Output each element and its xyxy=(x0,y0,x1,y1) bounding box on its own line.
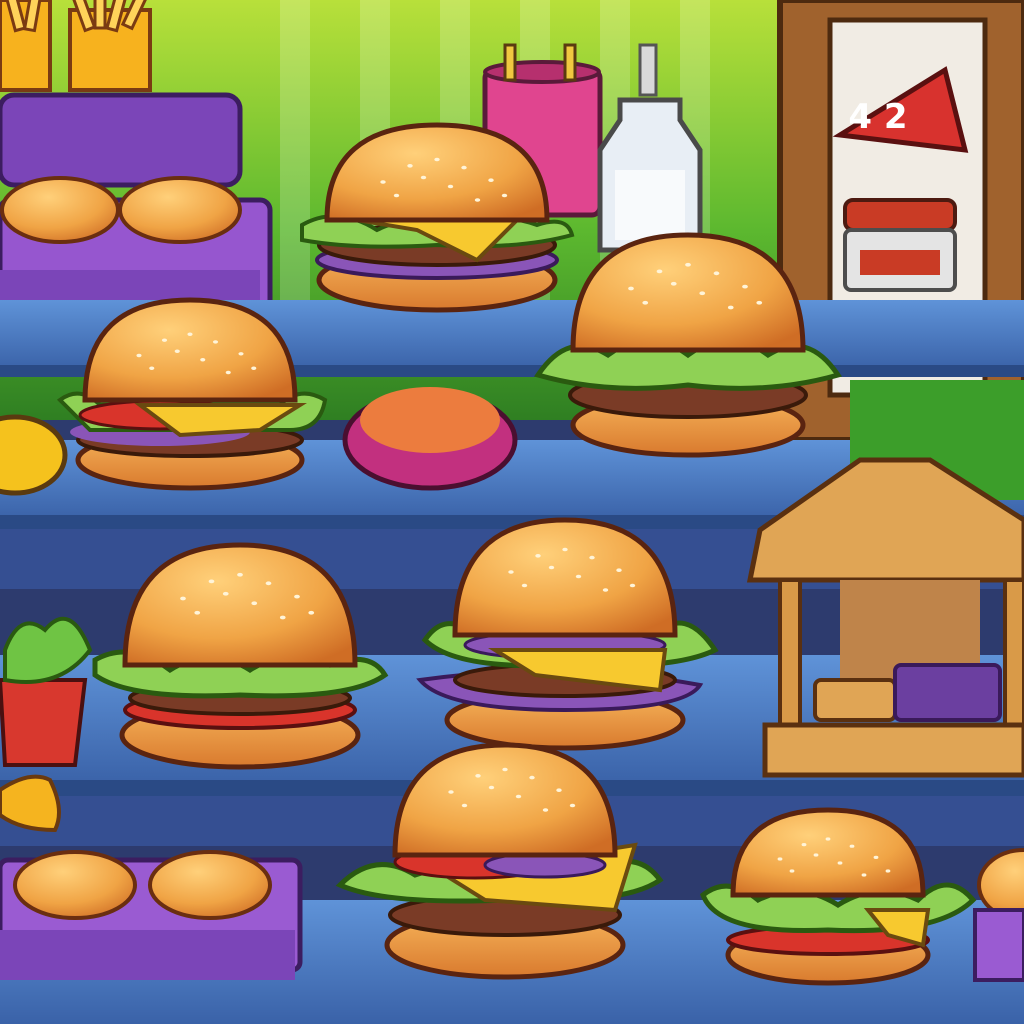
chips-icon[interactable] xyxy=(0,774,61,833)
fries-cup-icon[interactable] xyxy=(0,0,152,92)
burger-stand-kiosk[interactable] xyxy=(746,457,1024,778)
lettuce-pot-icon[interactable] xyxy=(0,616,93,767)
game-scene: 4 2 xyxy=(0,0,1024,1024)
menu-sign-text: 4 2 xyxy=(848,97,907,137)
bun-half-icon[interactable] xyxy=(973,848,1024,982)
